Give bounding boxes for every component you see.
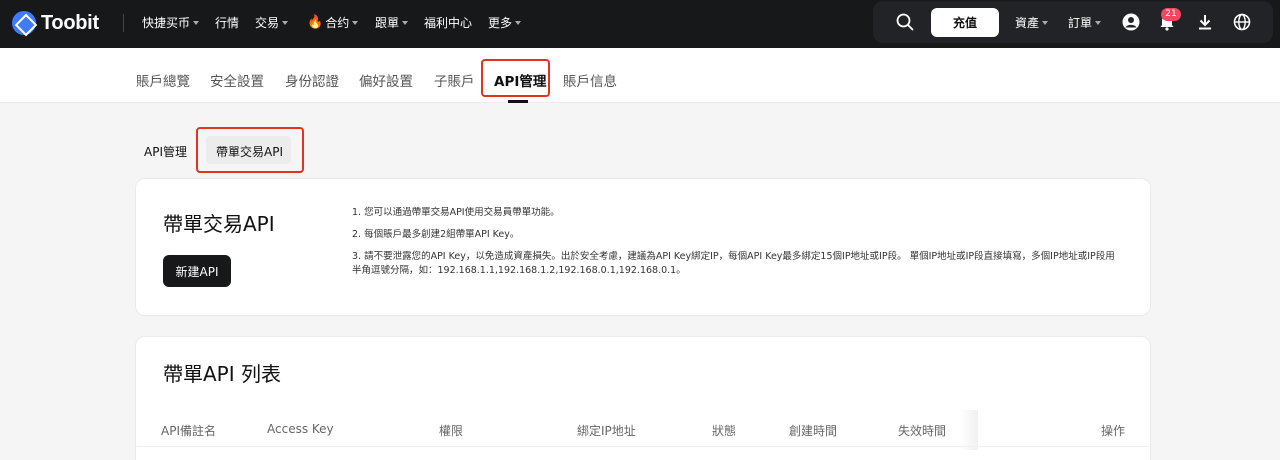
chevron-down-icon — [352, 20, 359, 25]
note-1: 1. 您可以通過帶單交易API使用交易員帶單功能。 — [352, 207, 560, 218]
chevron-down-icon — [282, 20, 289, 25]
column-header-api-name: API備註名 — [161, 424, 216, 438]
tab-sub-accounts[interactable]: 子賬戶 — [434, 70, 475, 90]
toobit-logo-icon — [12, 11, 36, 35]
note-2: 2. 每個賬戶最多創建2組帶單API Key。 — [352, 229, 520, 240]
column-header-actions: 操作 — [1101, 424, 1126, 438]
api-list-title: 帶單API 列表 — [163, 362, 281, 386]
column-header-status: 狀態 — [712, 424, 737, 438]
logo[interactable]: Toobit — [12, 10, 99, 36]
active-tab-indicator — [508, 100, 528, 103]
chevron-down-icon — [1095, 20, 1102, 25]
search-icon[interactable] — [895, 12, 915, 32]
table-header-divider — [137, 446, 1149, 447]
highlight-box-api-tab — [481, 59, 550, 97]
nav-item-futures[interactable]: 🔥 合约 — [307, 14, 359, 31]
tab-identity-verification[interactable]: 身份認證 — [285, 70, 339, 90]
user-icon[interactable] — [1121, 12, 1141, 32]
card-title: 帶單交易API — [163, 212, 275, 236]
nav-item-trade[interactable]: 交易 — [255, 14, 289, 31]
column-header-permissions: 權限 — [439, 424, 464, 438]
nav-item-more[interactable]: 更多 — [488, 14, 522, 31]
column-header-access-key: Access Key — [267, 422, 334, 436]
nav-item-rewards[interactable]: 福利中心 — [424, 14, 472, 31]
globe-icon[interactable] — [1232, 12, 1252, 32]
copy-trading-api-card — [135, 178, 1151, 316]
page: Toobit 快捷买币 行情 交易 🔥 合约 跟單 福利中心 更多 充值 資產 訂… — [0, 0, 1280, 460]
inner-tab-api-management[interactable]: API管理 — [144, 143, 187, 160]
tab-security-settings[interactable]: 安全設置 — [210, 70, 264, 90]
nav-divider — [123, 14, 124, 32]
brand-name: Toobit — [41, 11, 99, 34]
column-header-created-time: 創建時間 — [789, 424, 838, 438]
highlight-box-copy-trading-tab — [196, 127, 304, 173]
tab-account-overview[interactable]: 賬戶總覽 — [136, 70, 190, 90]
create-api-button[interactable]: 新建API — [163, 255, 231, 287]
fire-icon: 🔥 — [307, 15, 324, 30]
nav-item-copy-trading[interactable]: 跟單 — [375, 14, 409, 31]
orders-menu[interactable]: 訂單 — [1068, 14, 1102, 31]
tab-account-info[interactable]: 賬戶信息 — [563, 70, 617, 90]
chevron-down-icon — [402, 20, 409, 25]
chevron-down-icon — [515, 20, 522, 25]
chevron-down-icon — [193, 20, 200, 25]
column-header-expiry-time: 失效時間 — [898, 424, 947, 438]
column-header-bound-ip: 綁定IP地址 — [577, 424, 636, 438]
deposit-button[interactable]: 充值 — [931, 8, 999, 37]
tab-preferences[interactable]: 偏好設置 — [359, 70, 413, 90]
chevron-down-icon — [1042, 20, 1049, 25]
nav-item-quick-buy[interactable]: 快捷买币 — [142, 14, 200, 31]
nav-item-markets[interactable]: 行情 — [215, 14, 239, 31]
notification-badge: 21 — [1161, 8, 1181, 21]
assets-menu[interactable]: 資產 — [1015, 14, 1049, 31]
api-list-card — [135, 336, 1151, 460]
download-icon[interactable] — [1195, 12, 1215, 32]
fixed-column-shadow — [960, 410, 978, 450]
note-3: 3. 請不要泄露您的API Key，以免造成資產損失。出於安全考慮，建議為API… — [352, 251, 1115, 276]
account-subnav — [0, 48, 1280, 103]
top-navbar: Toobit 快捷买币 行情 交易 🔥 合约 跟單 福利中心 更多 充值 資產 訂… — [0, 0, 1280, 48]
